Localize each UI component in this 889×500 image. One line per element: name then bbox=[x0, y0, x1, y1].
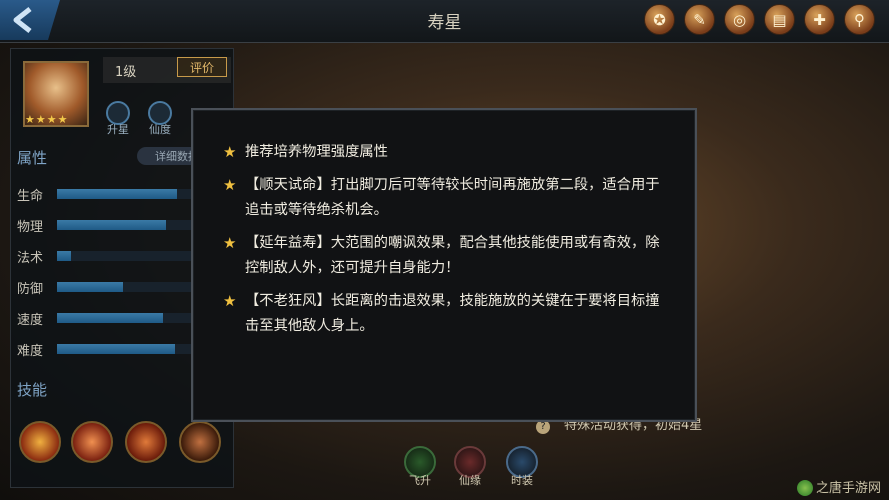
hero-stars: ★★★★ bbox=[25, 113, 69, 126]
back-arrow-icon bbox=[13, 7, 32, 33]
stat-fill bbox=[57, 189, 177, 199]
stat-fill bbox=[57, 251, 72, 261]
stat-name: 物理 bbox=[17, 220, 44, 235]
star-icon: ★ bbox=[223, 234, 237, 252]
watermark-logo-icon bbox=[796, 480, 813, 496]
scroll-icon[interactable]: ✎ bbox=[684, 4, 715, 35]
immortal-button[interactable]: 仙度 bbox=[143, 101, 177, 136]
skill-1-icon[interactable] bbox=[19, 421, 61, 463]
attributes-title: 属性 bbox=[17, 149, 48, 167]
coin-icon[interactable]: ◎ bbox=[724, 4, 755, 35]
skills-title: 技能 bbox=[17, 381, 48, 399]
rate-button[interactable]: 评价 bbox=[177, 57, 227, 77]
fate-label: 仙缘 bbox=[459, 474, 481, 487]
hero-level: 1级 bbox=[115, 65, 137, 80]
tip-text: 推荐培养物理强度属性 bbox=[245, 144, 388, 160]
tip-text: 【延年益寿】大范围的嘲讽效果，配合其他技能使用或有奇效，除控制敌人外，还可提升自… bbox=[245, 235, 660, 276]
fate-button[interactable]: 仙缘 bbox=[448, 446, 492, 488]
stat-name: 防御 bbox=[17, 282, 44, 297]
medal-icon[interactable]: ✪ bbox=[644, 4, 675, 35]
stat-fill bbox=[57, 344, 176, 354]
stat-fill bbox=[57, 220, 166, 230]
tip-item: ★ 【顺天试命】打出脚刀后可等待较长时间再施放第二段，适合用于追击或等待绝杀机会… bbox=[223, 173, 663, 223]
help-icon[interactable]: ? bbox=[536, 420, 550, 434]
top-icon-group: ✪ ✎ ◎ ▤ ✚ ⚲ bbox=[644, 4, 875, 35]
tip-item: ★ 推荐培养物理强度属性 bbox=[223, 140, 663, 165]
star-icon: ★ bbox=[223, 292, 237, 310]
back-button[interactable] bbox=[0, 0, 60, 40]
stat-name: 速度 bbox=[17, 313, 44, 328]
tip-item: ★ 【不老狂风】长距离的击退效果，技能施放的关键在于要将目标撞击至其他敌人身上。 bbox=[223, 289, 663, 339]
stat-fill bbox=[57, 313, 163, 323]
star-icon: ★ bbox=[223, 143, 237, 161]
tip-text: 【顺天试命】打出脚刀后可等待较长时间再施放第二段，适合用于追击或等待绝杀机会。 bbox=[245, 177, 660, 218]
tips-list: ★ 推荐培养物理强度属性 ★ 【顺天试命】打出脚刀后可等待较长时间再施放第二段，… bbox=[223, 140, 663, 347]
ascend-button[interactable]: 飞升 bbox=[398, 446, 442, 488]
stat-name: 生命 bbox=[17, 189, 44, 204]
stat-name: 法术 bbox=[17, 251, 44, 266]
skill-2-icon[interactable] bbox=[71, 421, 113, 463]
stat-name: 难度 bbox=[17, 344, 44, 359]
top-bar: 寿星 ✪ ✎ ◎ ▤ ✚ ⚲ bbox=[0, 0, 889, 43]
star-up-label: 升星 bbox=[107, 123, 129, 136]
search-icon[interactable]: ⚲ bbox=[844, 4, 875, 35]
costume-button[interactable]: 时装 bbox=[500, 446, 544, 488]
watermark-text: 之唐手游网 bbox=[815, 480, 881, 496]
skill-4-icon[interactable] bbox=[179, 421, 221, 463]
watermark: 之唐手游网 bbox=[796, 477, 881, 496]
tip-text: 【不老狂风】长距离的击退效果，技能施放的关键在于要将目标撞击至其他敌人身上。 bbox=[245, 293, 660, 334]
skill-3-icon[interactable] bbox=[125, 421, 167, 463]
tip-item: ★ 【延年益寿】大范围的嘲讽效果，配合其他技能使用或有奇效，除控制敌人外，还可提… bbox=[223, 231, 663, 281]
tips-dialog[interactable]: ★ 推荐培养物理强度属性 ★ 【顺天试命】打出脚刀后可等待较长时间再施放第二段，… bbox=[191, 108, 697, 422]
rate-button-label: 评价 bbox=[189, 60, 214, 75]
star-icon: ★ bbox=[223, 176, 237, 194]
immortal-label: 仙度 bbox=[149, 123, 171, 136]
ascend-label: 飞升 bbox=[409, 474, 431, 487]
gift-icon[interactable]: ✚ bbox=[804, 4, 835, 35]
paper-icon[interactable]: ▤ bbox=[764, 4, 795, 35]
costume-label: 时装 bbox=[511, 474, 533, 487]
stat-fill bbox=[57, 282, 123, 292]
star-up-button[interactable]: 升星 bbox=[101, 101, 135, 136]
